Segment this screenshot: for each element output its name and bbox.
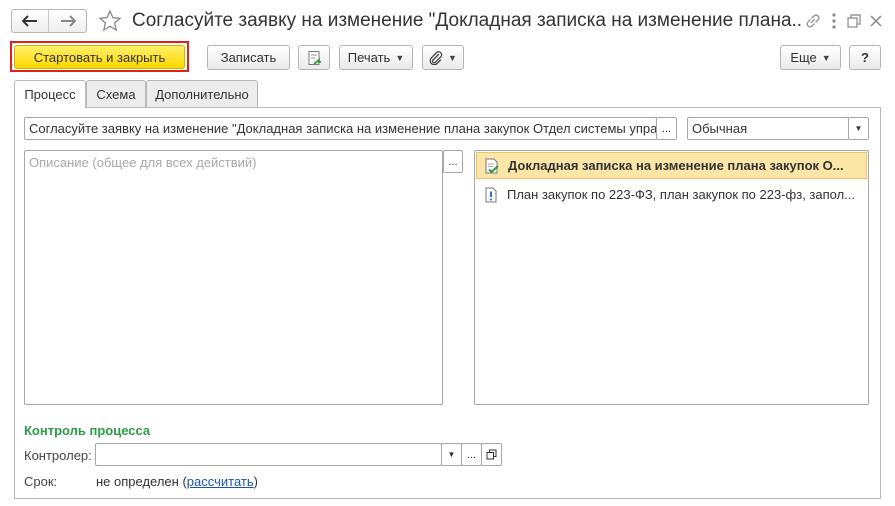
- restore-window-button[interactable]: [846, 12, 862, 30]
- more-label: Еще: [790, 50, 817, 65]
- start-and-close-button[interactable]: Стартовать и закрыть: [14, 45, 185, 69]
- due-date-row: не определен (рассчитать): [96, 474, 258, 489]
- attachment-row-1[interactable]: Докладная записка на изменение плана зак…: [476, 152, 867, 179]
- tab-process[interactable]: Процесс: [14, 80, 86, 108]
- controller-label: Контролер:: [24, 448, 92, 463]
- arrow-right-icon: [61, 15, 76, 27]
- forward-button[interactable]: [50, 10, 86, 32]
- more-button[interactable]: Еще ▼: [780, 45, 841, 70]
- restore-window-icon: [847, 14, 861, 28]
- arrow-left-icon: [22, 15, 37, 27]
- description-placeholder: Описание (общее для всех действий): [29, 155, 257, 170]
- controller-field[interactable]: [95, 443, 442, 466]
- save-button[interactable]: Записать: [207, 45, 290, 70]
- priority-select[interactable]: Обычная: [687, 117, 849, 140]
- vertical-dots-icon: [832, 13, 836, 29]
- ellipsis-icon: ...: [661, 122, 672, 135]
- nav-back-forward: [11, 9, 87, 33]
- link-button[interactable]: [804, 12, 822, 30]
- hierarchy-green-arrow-icon: [308, 50, 321, 65]
- attachment-label-1: Докладная записка на изменение плана зак…: [508, 158, 844, 173]
- more-actions-menu-button[interactable]: [828, 12, 840, 30]
- document-exclamation-icon: [485, 187, 497, 203]
- due-date-value: не определен (: [96, 474, 187, 489]
- help-button[interactable]: ?: [849, 45, 881, 70]
- open-window-icon: [486, 449, 497, 460]
- chevron-down-icon: ▼: [447, 450, 456, 459]
- back-button[interactable]: [12, 10, 49, 32]
- priority-value: Обычная: [692, 121, 748, 136]
- controller-open-button[interactable]: [481, 443, 502, 466]
- subject-field[interactable]: Согласуйте заявку на изменение "Докладна…: [24, 117, 657, 140]
- print-label: Печать: [347, 50, 391, 65]
- chevron-down-icon: ▼: [821, 52, 831, 63]
- attachment-row-2[interactable]: План закупок по 223-ФЗ, план закупок по …: [476, 182, 867, 209]
- document-check-icon: [485, 158, 499, 174]
- tab-process-label: Процесс: [24, 87, 76, 102]
- start-and-close-label: Стартовать и закрыть: [33, 49, 166, 65]
- structure-button[interactable]: [298, 45, 330, 70]
- close-window-button[interactable]: [868, 12, 884, 30]
- due-date-label: Срок:: [24, 474, 58, 489]
- link-icon: [806, 14, 820, 28]
- description-textarea[interactable]: Описание (общее для всех действий): [24, 150, 443, 405]
- chevron-down-icon: ▼: [854, 124, 863, 133]
- chevron-down-icon: ▼: [395, 52, 405, 63]
- tab-scheme[interactable]: Схема: [86, 80, 146, 107]
- save-label: Записать: [220, 50, 277, 65]
- ellipsis-icon: ...: [448, 155, 458, 168]
- subject-select-button[interactable]: ...: [656, 117, 677, 140]
- controller-select-button[interactable]: ...: [461, 443, 482, 466]
- chevron-down-icon: ▼: [448, 52, 457, 63]
- print-button[interactable]: Печать ▼: [339, 45, 413, 70]
- due-date-close-paren: ): [253, 474, 258, 489]
- window-title: Согласуйте заявку на изменение "Докладна…: [132, 10, 802, 31]
- paperclip-icon: [429, 50, 443, 65]
- process-control-heading: Контроль процесса: [24, 423, 151, 438]
- attachments-list[interactable]: Докладная записка на изменение плана зак…: [474, 150, 869, 405]
- help-label: ?: [861, 50, 869, 65]
- description-edit-button[interactable]: ...: [443, 150, 463, 173]
- calculate-link[interactable]: рассчитать: [187, 474, 254, 489]
- priority-dropdown-button[interactable]: ▼: [848, 117, 869, 140]
- attachment-label-2: План закупок по 223-ФЗ, план закупок по …: [507, 187, 856, 202]
- tab-additional-label: Дополнительно: [155, 86, 249, 102]
- subject-value: Согласуйте заявку на изменение "Докладна…: [29, 121, 657, 136]
- close-icon: [870, 15, 882, 27]
- star-outline-icon: [98, 9, 122, 32]
- favorite-star-button[interactable]: [98, 9, 122, 33]
- ellipsis-icon: ...: [466, 448, 477, 461]
- attach-file-button[interactable]: ▼: [422, 45, 464, 70]
- controller-dropdown-button[interactable]: ▼: [441, 443, 462, 466]
- tab-scheme-label: Схема: [96, 86, 136, 102]
- tab-additional[interactable]: Дополнительно: [146, 80, 258, 107]
